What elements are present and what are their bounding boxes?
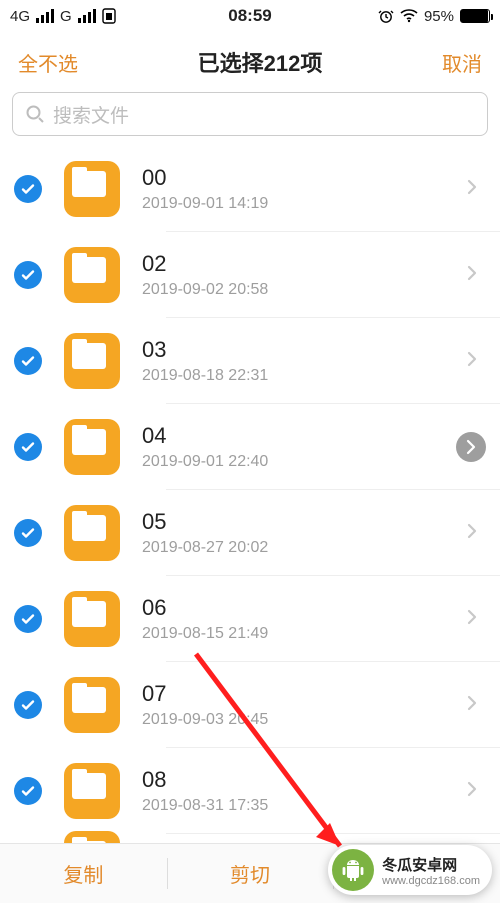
watermark-badge: 冬瓜安卓网 www.dgcdz168.com — [328, 845, 492, 895]
page-title: 已选择212项 — [198, 46, 323, 78]
android-icon — [332, 849, 374, 891]
status-time: 08:59 — [228, 6, 271, 26]
list-item[interactable]: 00 2019-09-01 14:19 — [0, 146, 500, 232]
item-date: 2019-09-03 20:45 — [142, 711, 466, 729]
nav-bar: 全不选 已选择212项 取消 — [0, 32, 500, 92]
list-item[interactable]: 02 2019-09-02 20:58 — [0, 232, 500, 318]
chevron-right-icon[interactable] — [466, 608, 486, 631]
list-item[interactable]: 05 2019-08-27 20:02 — [0, 490, 500, 576]
network-label-1: 4G — [10, 8, 30, 25]
item-date: 2019-09-01 14:19 — [142, 195, 466, 213]
deselect-all-button[interactable]: 全不选 — [18, 48, 78, 77]
checkbox-checked-icon[interactable] — [14, 519, 42, 547]
wifi-icon — [400, 9, 418, 23]
list-item[interactable]: 08 2019-08-31 17:35 — [0, 748, 500, 834]
chevron-right-icon[interactable] — [466, 264, 486, 287]
signal-bars-icon — [78, 9, 96, 23]
list-item[interactable]: 07 2019-09-03 20:45 — [0, 662, 500, 748]
search-icon — [25, 104, 45, 124]
battery-icon — [460, 9, 490, 23]
copy-button[interactable]: 复制 — [0, 844, 167, 903]
folder-icon — [64, 247, 120, 303]
list-item[interactable]: 03 2019-08-18 22:31 — [0, 318, 500, 404]
checkbox-checked-icon[interactable] — [14, 605, 42, 633]
folder-icon — [64, 763, 120, 819]
item-date: 2019-09-02 20:58 — [142, 281, 466, 299]
alarm-icon — [378, 8, 394, 24]
item-date: 2019-09-01 22:40 — [142, 453, 456, 471]
item-name: 02 — [142, 251, 466, 277]
file-list: 00 2019-09-01 14:19 02 2019-09-02 20:58 03 20… — [0, 146, 500, 884]
chevron-right-icon[interactable] — [466, 694, 486, 717]
chevron-right-icon[interactable] — [456, 432, 486, 462]
item-date: 2019-08-27 20:02 — [142, 539, 466, 557]
item-date: 2019-08-15 21:49 — [142, 625, 466, 643]
folder-icon — [64, 505, 120, 561]
folder-icon — [64, 333, 120, 389]
battery-percent: 95% — [424, 8, 454, 25]
folder-icon — [64, 591, 120, 647]
folder-icon — [64, 677, 120, 733]
sim-icon — [102, 8, 116, 24]
watermark-title: 冬瓜安卓网 — [382, 854, 480, 875]
search-input[interactable]: 搜索文件 — [12, 92, 488, 136]
checkbox-checked-icon[interactable] — [14, 347, 42, 375]
chevron-right-icon[interactable] — [466, 780, 486, 803]
chevron-right-icon[interactable] — [466, 178, 486, 201]
checkbox-checked-icon[interactable] — [14, 261, 42, 289]
checkbox-checked-icon[interactable] — [14, 175, 42, 203]
status-bar: 4G G 08:59 95% — [0, 0, 500, 32]
network-label-2: G — [60, 8, 72, 25]
item-name: 04 — [142, 423, 456, 449]
cut-button[interactable]: 剪切 — [167, 844, 334, 903]
checkbox-checked-icon[interactable] — [14, 691, 42, 719]
watermark-url: www.dgcdz168.com — [382, 875, 480, 887]
item-name: 08 — [142, 767, 466, 793]
search-placeholder: 搜索文件 — [53, 101, 129, 128]
chevron-right-icon[interactable] — [466, 522, 486, 545]
signal-bars-icon — [36, 9, 54, 23]
folder-icon — [64, 419, 120, 475]
checkbox-checked-icon[interactable] — [14, 777, 42, 805]
cancel-button[interactable]: 取消 — [442, 48, 482, 77]
folder-icon — [64, 161, 120, 217]
item-date: 2019-08-31 17:35 — [142, 797, 466, 815]
list-item[interactable]: 04 2019-09-01 22:40 — [0, 404, 500, 490]
item-name: 05 — [142, 509, 466, 535]
list-item[interactable]: 06 2019-08-15 21:49 — [0, 576, 500, 662]
item-name: 06 — [142, 595, 466, 621]
chevron-right-icon[interactable] — [466, 350, 486, 373]
item-name: 03 — [142, 337, 466, 363]
checkbox-checked-icon[interactable] — [14, 433, 42, 461]
item-name: 00 — [142, 165, 466, 191]
item-date: 2019-08-18 22:31 — [142, 367, 466, 385]
item-name: 07 — [142, 681, 466, 707]
